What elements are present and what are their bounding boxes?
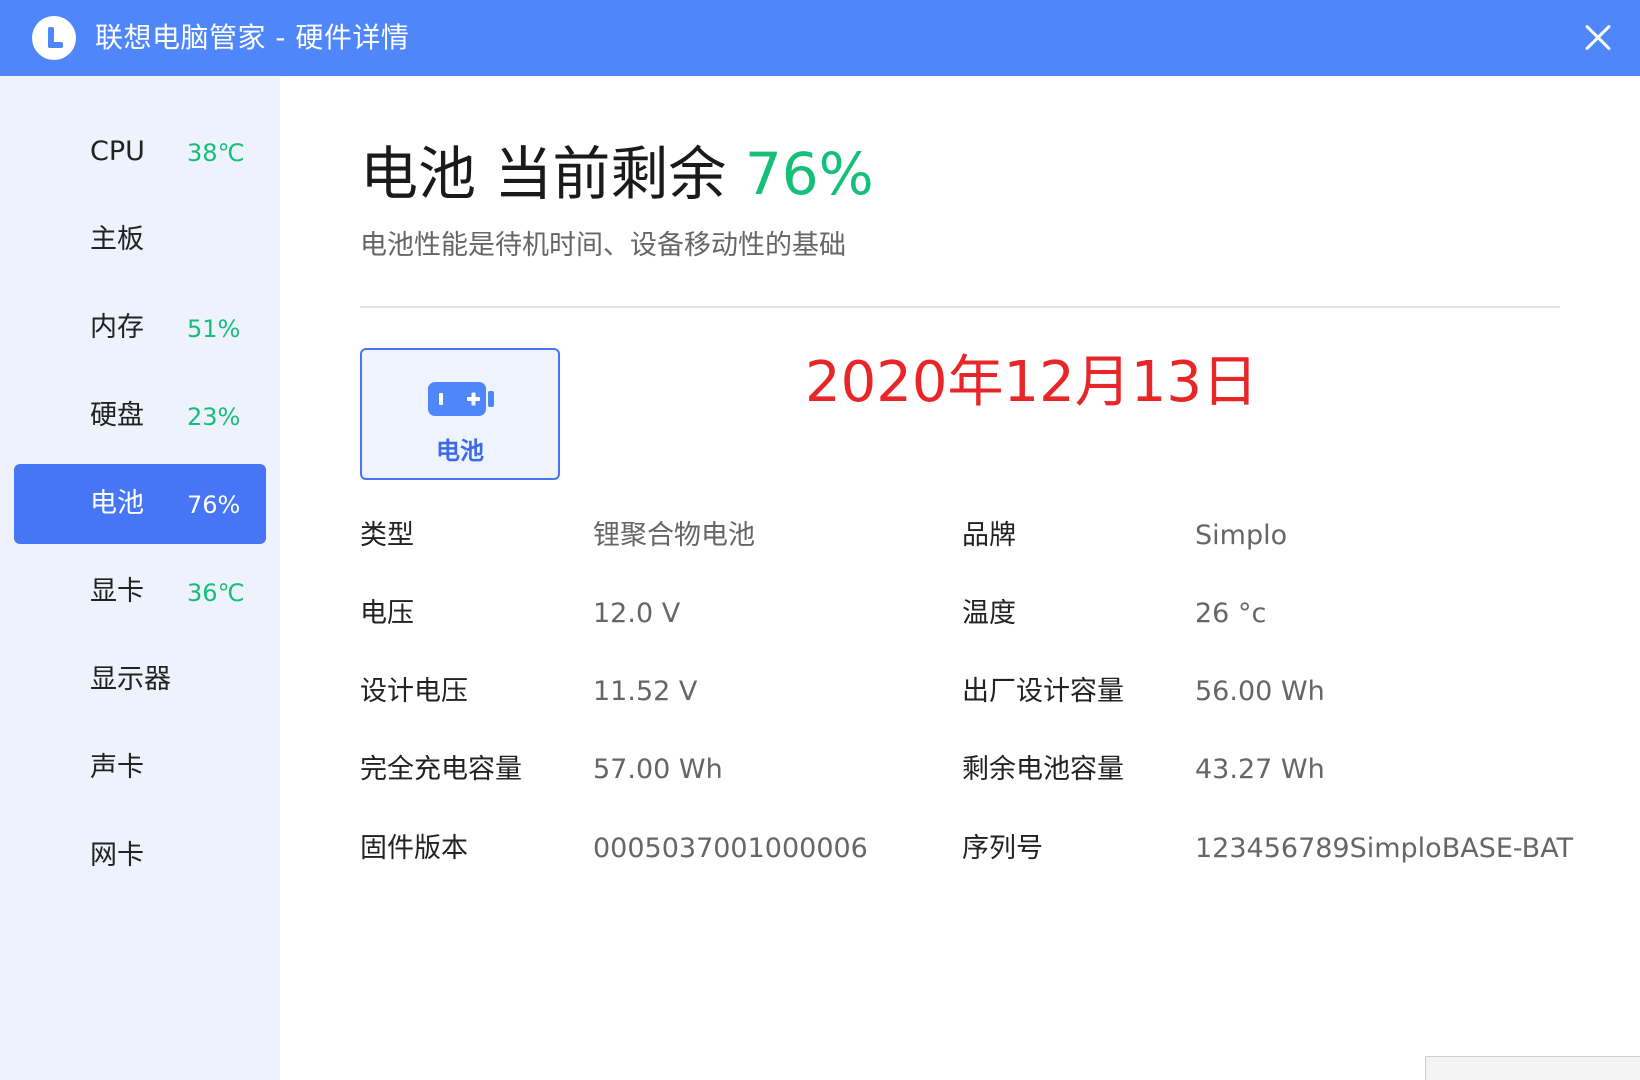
sidebar-item-value: 76% <box>187 491 241 519</box>
divider <box>360 306 1560 308</box>
sidebar-item-cpu[interactable]: CPU 38℃ <box>14 112 266 192</box>
page-subtitle: 电池性能是待机时间、设备移动性的基础 <box>360 230 846 261</box>
spec-label-firmware: 固件版本 <box>360 833 468 864</box>
sidebar-item-label: 显卡 <box>90 576 144 607</box>
spec-value-brand: Simplo <box>1195 520 1288 551</box>
spec-label-voltage: 电压 <box>360 598 414 629</box>
spec-value-full-charge-capacity: 57.00 Wh <box>593 754 723 785</box>
lenovo-logo-icon <box>32 16 76 60</box>
sidebar-item-value: 51% <box>187 315 241 343</box>
sidebar-item-motherboard[interactable]: 主板 <box>14 200 266 280</box>
sidebar-item-gpu[interactable]: 显卡 36℃ <box>14 552 266 632</box>
spec-label-design-capacity: 出厂设计容量 <box>962 676 1124 707</box>
spec-value-voltage: 12.0 V <box>593 598 681 629</box>
sidebar-item-label: 硬盘 <box>90 400 144 431</box>
battery-icon <box>428 382 494 416</box>
sidebar-item-value: 38℃ <box>187 139 245 167</box>
sidebar-item-disk[interactable]: 硬盘 23% <box>14 376 266 456</box>
sidebar-item-label: 声卡 <box>90 752 144 783</box>
sidebar-item-sound-card[interactable]: 声卡 <box>14 728 266 808</box>
sidebar-item-label: 网卡 <box>90 840 144 871</box>
sidebar-item-label: 显示器 <box>90 664 171 695</box>
battery-percent: 76% <box>744 140 874 208</box>
window-title: 联想电脑管家 - 硬件详情 <box>95 21 410 54</box>
background-window-edge <box>1425 1056 1640 1080</box>
sidebar-item-network-card[interactable]: 网卡 <box>14 816 266 896</box>
spec-value-design-capacity: 56.00 Wh <box>1195 676 1325 707</box>
spec-label-type: 类型 <box>360 520 414 551</box>
sidebar: CPU 38℃ 主板 内存 51% 硬盘 23% 电池 76% 显卡 36℃ 显… <box>0 76 280 1080</box>
sidebar-item-label: 电池 <box>90 488 144 519</box>
sidebar-item-value: 23% <box>187 403 241 431</box>
sidebar-item-battery[interactable]: 电池 76% <box>14 464 266 544</box>
spec-label-remaining-capacity: 剩余电池容量 <box>962 754 1124 785</box>
battery-card-label: 电池 <box>436 437 484 465</box>
page-title: 电池 当前剩余 76% <box>360 138 874 210</box>
spec-label-temperature: 温度 <box>962 598 1016 629</box>
close-button[interactable] <box>1578 18 1618 58</box>
sidebar-item-label: 主板 <box>90 224 144 255</box>
spec-value-firmware: 0005037001000006 <box>593 833 868 864</box>
spec-label-serial-number: 序列号 <box>962 833 1043 864</box>
spec-label-brand: 品牌 <box>962 520 1016 551</box>
page-title-text: 电池 当前剩余 <box>360 140 727 208</box>
main-panel: 电池 当前剩余 76% 电池性能是待机时间、设备移动性的基础 电池 2020年1… <box>280 76 1640 1080</box>
spec-value-design-voltage: 11.52 V <box>593 676 698 707</box>
date-stamp: 2020年12月13日 <box>805 350 1259 415</box>
spec-value-temperature: 26 °c <box>1195 598 1267 629</box>
spec-value-remaining-capacity: 43.27 Wh <box>1195 754 1325 785</box>
spec-label-full-charge-capacity: 完全充电容量 <box>360 754 522 785</box>
sidebar-item-value: 36℃ <box>187 579 245 607</box>
spec-value-type: 锂聚合物电池 <box>593 520 755 551</box>
sidebar-item-label: CPU <box>90 136 145 167</box>
sidebar-item-label: 内存 <box>90 312 144 343</box>
sidebar-item-memory[interactable]: 内存 51% <box>14 288 266 368</box>
sidebar-item-display[interactable]: 显示器 <box>14 640 266 720</box>
spec-label-design-voltage: 设计电压 <box>360 676 468 707</box>
battery-device-card[interactable]: 电池 <box>360 348 560 480</box>
spec-value-serial-number: 123456789SimploBASE-BAT <box>1195 833 1574 864</box>
title-bar: 联想电脑管家 - 硬件详情 <box>0 0 1640 76</box>
